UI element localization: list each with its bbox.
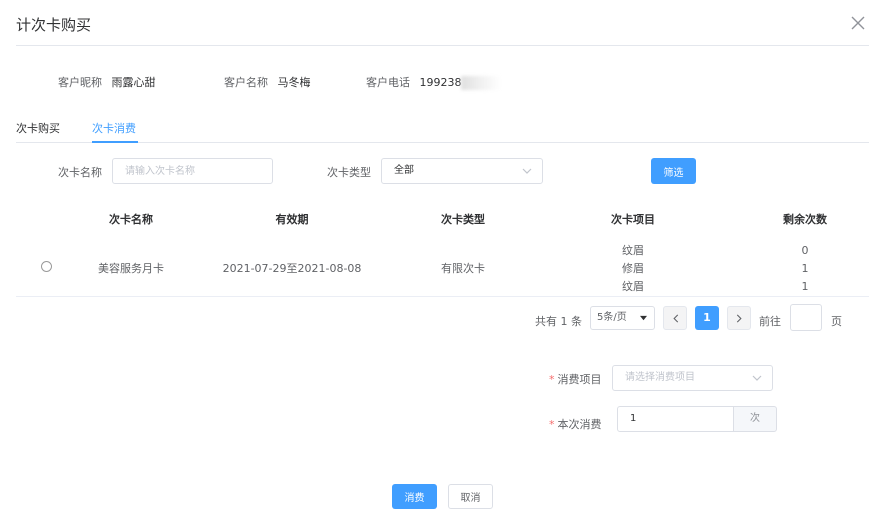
column-header-remaining: 剩余次数 (783, 213, 827, 226)
pagination-total: 共有 1 条 (535, 315, 582, 328)
cell-validity: 2021-07-29至2021-08-08 (222, 262, 362, 275)
page-size-value: 5条/页 (597, 312, 627, 323)
phone-redaction (461, 76, 501, 90)
column-header-card-type: 次卡类型 (441, 213, 485, 226)
customer-nickname: 客户昵称 雨露心甜 (58, 74, 156, 90)
card-item: 纹眉 (622, 244, 644, 257)
customer-name: 客户名称 马冬梅 (224, 74, 311, 90)
cell-card-name: 美容服务月卡 (98, 262, 164, 275)
chevron-right-icon (736, 314, 742, 323)
nickname-value: 雨露心甜 (111, 76, 156, 89)
card-item: 修眉 (622, 262, 644, 275)
close-icon[interactable] (850, 15, 866, 31)
consume-count-label-text: 本次消费 (557, 418, 602, 431)
chevron-left-icon (673, 314, 679, 323)
nickname-label: 客户昵称 (58, 76, 102, 89)
card-type-label: 次卡类型 (327, 166, 371, 179)
row-select-radio[interactable] (41, 261, 52, 272)
active-tab-indicator (92, 141, 138, 143)
required-asterisk: * (549, 418, 555, 431)
consume-count-label: * 本次消费 (549, 416, 602, 432)
goto-label: 前往 (759, 315, 781, 328)
consume-item-label: * 消费项目 (549, 371, 602, 387)
filter-button[interactable]: 筛选 (651, 158, 696, 184)
remaining-count: 0 (801, 244, 809, 257)
column-header-card-name: 次卡名称 (109, 213, 153, 226)
chevron-down-icon (640, 315, 647, 321)
card-type-select[interactable]: 全部 (381, 158, 543, 184)
page-size-select[interactable]: 5条/页 (590, 306, 655, 330)
page-unit-label: 页 (831, 315, 842, 328)
remaining-count: 1 (801, 280, 809, 293)
chevron-down-icon (752, 375, 762, 381)
cell-card-type: 有限次卡 (441, 262, 485, 275)
customer-phone: 客户电话 199238 (366, 74, 501, 90)
phone-label: 客户电话 (366, 76, 410, 89)
cell-remaining: 0 1 1 (802, 242, 809, 296)
card-name-input[interactable] (112, 158, 273, 184)
tab-card-consume[interactable]: 次卡消费 (92, 120, 136, 136)
consume-count-input[interactable]: 1 (617, 406, 734, 432)
card-item: 纹眉 (622, 280, 644, 293)
table-row-divider (16, 296, 869, 297)
prev-page-button[interactable] (663, 306, 687, 330)
consume-item-select[interactable]: 请选择消费项目 (612, 365, 773, 391)
remaining-count: 1 (801, 262, 809, 275)
tab-card-purchase[interactable]: 次卡购买 (16, 120, 60, 136)
next-page-button[interactable] (727, 306, 751, 330)
tab-bar: 次卡购买 次卡消费 (16, 118, 869, 143)
dialog-title: 计次卡购买 (16, 16, 92, 34)
column-header-validity: 有效期 (275, 213, 309, 226)
card-name-label: 次卡名称 (58, 166, 102, 179)
required-asterisk: * (549, 373, 555, 386)
goto-page-input[interactable] (790, 304, 822, 331)
cancel-button[interactable]: 取消 (448, 484, 493, 509)
cell-card-items: 纹眉 修眉 纹眉 (622, 242, 644, 296)
consume-item-placeholder: 请选择消费项目 (625, 372, 695, 383)
page-number-current[interactable]: 1 (695, 306, 719, 330)
chevron-down-icon (522, 168, 532, 174)
column-header-card-items: 次卡项目 (611, 213, 655, 226)
consume-item-label-text: 消费项目 (557, 373, 602, 386)
name-value: 马冬梅 (277, 76, 311, 89)
consume-count-unit: 次 (733, 406, 777, 432)
header-divider (16, 45, 869, 46)
consume-button[interactable]: 消费 (392, 484, 437, 509)
card-type-value: 全部 (394, 165, 414, 176)
name-label: 客户名称 (224, 76, 268, 89)
phone-value: 199238 (419, 76, 462, 89)
